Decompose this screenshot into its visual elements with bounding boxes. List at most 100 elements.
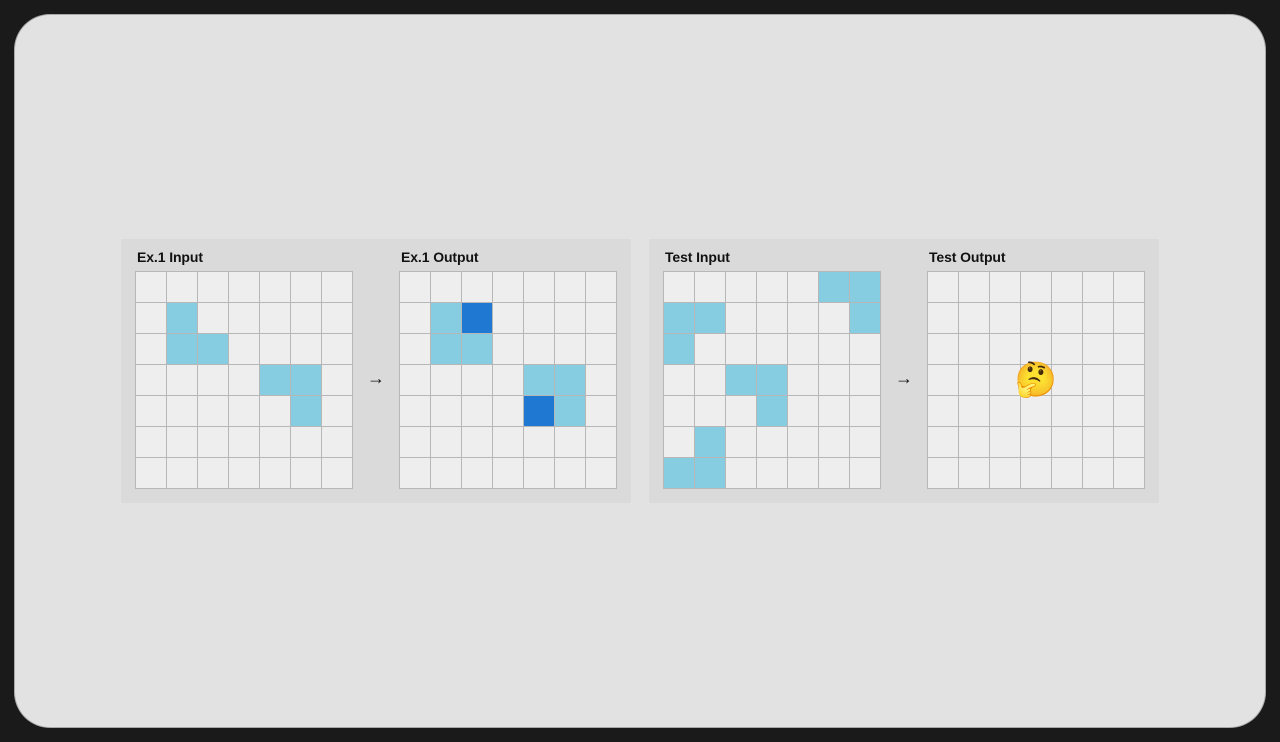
grid-cell: [695, 396, 725, 426]
grid-cell: [322, 303, 352, 333]
grid-cell: [198, 365, 228, 395]
example-input-title: Ex.1 Input: [135, 249, 353, 265]
grid-cell: [850, 303, 880, 333]
grid-cell: [664, 427, 694, 457]
grid-cell: [819, 458, 849, 488]
example-group: Ex.1 Input → Ex.1 Output: [121, 239, 631, 503]
grid-cell: [990, 396, 1020, 426]
grid-cell: [260, 427, 290, 457]
grid-cell: [260, 334, 290, 364]
grid-cell: [1114, 334, 1144, 364]
grid-cell: [959, 396, 989, 426]
grid-cell: [291, 272, 321, 302]
grid-cell: [928, 458, 958, 488]
test-output-title: Test Output: [927, 249, 1145, 265]
grid-cell: [757, 334, 787, 364]
grid-cell: [726, 334, 756, 364]
grid-cell: [664, 334, 694, 364]
example-output-title: Ex.1 Output: [399, 249, 617, 265]
grid-cell: [664, 396, 694, 426]
grid-cell: [726, 458, 756, 488]
diagram-content: Ex.1 Input → Ex.1 Output Test Input: [121, 239, 1159, 503]
grid-cell: [260, 458, 290, 488]
grid-cell: [695, 334, 725, 364]
grid-cell: [819, 427, 849, 457]
grid-cell: [555, 334, 585, 364]
grid-cell: [928, 334, 958, 364]
grid-cell: [586, 334, 616, 364]
arrow-icon: →: [365, 368, 387, 389]
grid-cell: [990, 427, 1020, 457]
grid-cell: [229, 458, 259, 488]
grid-cell: [136, 272, 166, 302]
grid-cell: [136, 396, 166, 426]
grid-cell: [788, 396, 818, 426]
screen: Ex.1 Input → Ex.1 Output Test Input: [14, 14, 1266, 728]
grid-cell: [493, 365, 523, 395]
grid-cell: [431, 272, 461, 302]
grid-cell: [850, 427, 880, 457]
grid-cell: [198, 334, 228, 364]
grid-cell: [229, 303, 259, 333]
grid-cell: [959, 272, 989, 302]
grid-cell: [726, 396, 756, 426]
grid-cell: [291, 303, 321, 333]
grid-cell: [990, 272, 1020, 302]
grid-cell: [664, 458, 694, 488]
grid-cell: [819, 365, 849, 395]
grid-cell: [260, 272, 290, 302]
grid-cell: [167, 427, 197, 457]
grid-cell: [555, 272, 585, 302]
grid-cell: [524, 272, 554, 302]
test-input-grid-wrap: [663, 271, 881, 489]
grid-cell: [291, 458, 321, 488]
grid-cell: [1083, 272, 1113, 302]
grid-cell: [167, 396, 197, 426]
grid-cell: [291, 334, 321, 364]
grid-cell: [1083, 396, 1113, 426]
grid-cell: [198, 303, 228, 333]
grid-cell: [959, 458, 989, 488]
grid-cell: [524, 303, 554, 333]
grid-cell: [524, 458, 554, 488]
grid-cell: [555, 427, 585, 457]
grid-cell: [198, 396, 228, 426]
grid-cell: [788, 272, 818, 302]
grid-cell: [1083, 303, 1113, 333]
grid-cell: [136, 365, 166, 395]
grid-cell: [1021, 365, 1051, 395]
grid-cell: [229, 396, 259, 426]
grid-cell: [431, 303, 461, 333]
grid-cell: [524, 427, 554, 457]
grid-cell: [959, 365, 989, 395]
grid-cell: [788, 365, 818, 395]
grid-cell: [788, 427, 818, 457]
grid-cell: [990, 334, 1020, 364]
grid-cell: [695, 365, 725, 395]
grid-cell: [726, 427, 756, 457]
grid-cell: [726, 365, 756, 395]
grid-cell: [1052, 458, 1082, 488]
example-output-panel: Ex.1 Output: [399, 249, 617, 489]
grid-cell: [726, 303, 756, 333]
grid-cell: [493, 458, 523, 488]
grid-cell: [555, 396, 585, 426]
grid-cell: [555, 458, 585, 488]
grid-cell: [431, 427, 461, 457]
grid-cell: [928, 396, 958, 426]
grid-cell: [400, 365, 430, 395]
grid-cell: [167, 458, 197, 488]
grid-cell: [1114, 303, 1144, 333]
grid-cell: [400, 396, 430, 426]
grid-cell: [757, 458, 787, 488]
grid-cell: [850, 272, 880, 302]
grid-cell: [695, 303, 725, 333]
grid-cell: [462, 272, 492, 302]
grid-cell: [400, 334, 430, 364]
grid-cell: [136, 303, 166, 333]
grid-cell: [819, 334, 849, 364]
grid-cell: [990, 458, 1020, 488]
test-output-grid: [927, 271, 1145, 489]
grid-cell: [1021, 396, 1051, 426]
grid-cell: [462, 458, 492, 488]
